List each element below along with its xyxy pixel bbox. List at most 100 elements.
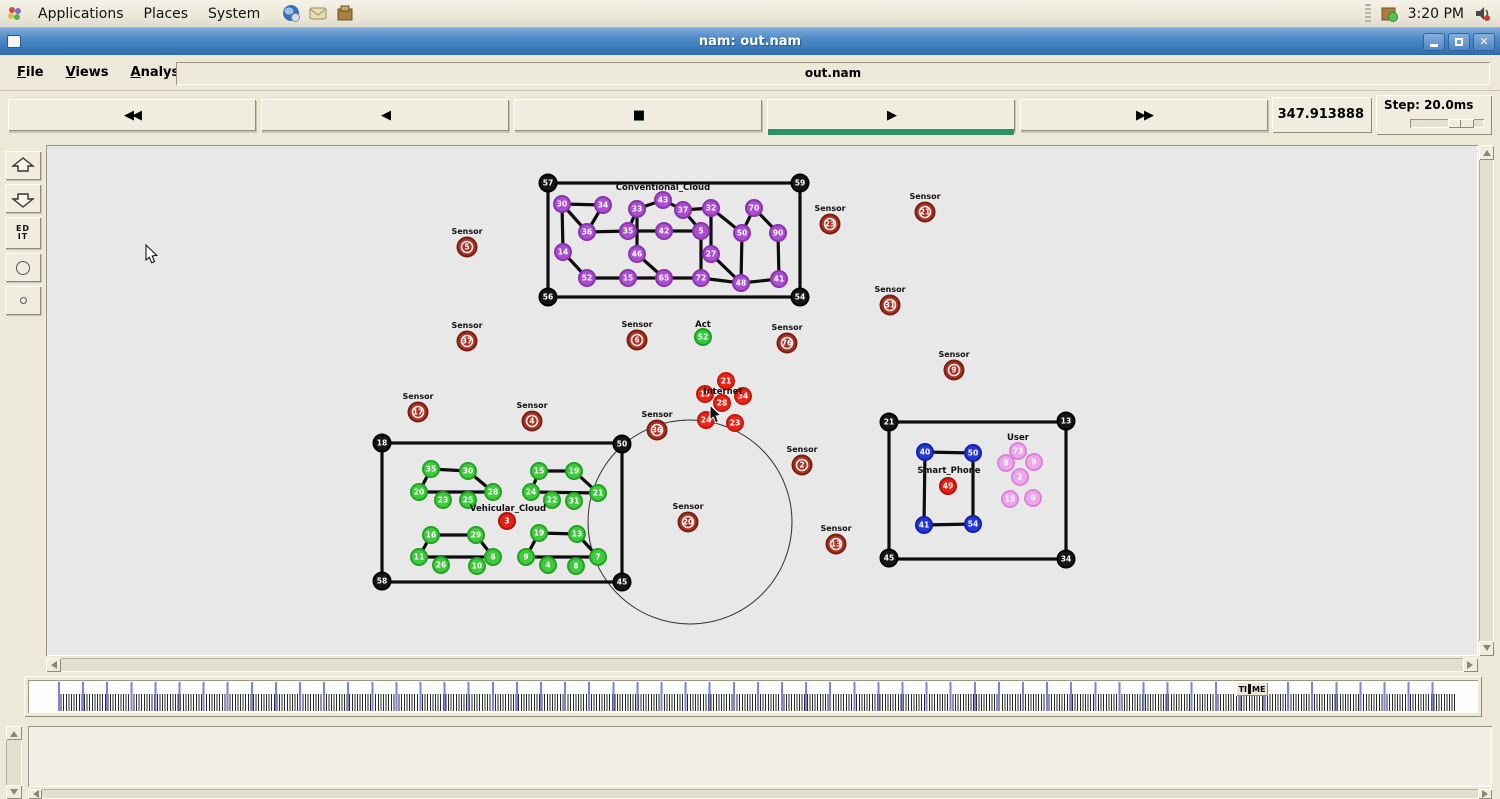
- scroll-down-icon[interactable]: [6, 785, 22, 799]
- arrow-down-icon: [10, 189, 36, 209]
- distro-logo-icon[interactable]: [6, 5, 24, 23]
- node-label: 2: [1017, 473, 1022, 482]
- scroll-down-icon[interactable]: [1479, 641, 1494, 656]
- node-label: 4: [545, 561, 550, 570]
- node-label: 46: [632, 250, 642, 259]
- package-icon[interactable]: [336, 4, 355, 23]
- canvas-horizontal-scrollbar[interactable]: [46, 658, 1478, 672]
- node-label: 3: [504, 517, 509, 526]
- node-label: 54: [968, 520, 978, 529]
- node-label: 50: [968, 449, 978, 458]
- desktop: ApplicationsPlacesSystem: [0, 0, 1500, 799]
- node-label: 4: [529, 417, 534, 426]
- play-button[interactable]: ▶: [767, 99, 1015, 131]
- cluster-caption: Internet: [703, 387, 742, 397]
- menu-file[interactable]: File: [6, 61, 55, 84]
- node-label: 52: [698, 333, 708, 342]
- step-slider[interactable]: [1410, 119, 1484, 128]
- node-label: 36: [652, 426, 662, 435]
- panel-menu-applications[interactable]: Applications: [28, 2, 134, 26]
- sensor-caption: Sensor: [621, 320, 652, 329]
- sensor-caption: Sensor: [641, 410, 672, 419]
- node-label: 26: [436, 561, 446, 570]
- panel-menu-places[interactable]: Places: [134, 2, 199, 26]
- node-label: 34: [598, 201, 608, 210]
- node-label: 40: [920, 448, 930, 457]
- node-label: 8: [1003, 459, 1008, 468]
- node-label: 43: [658, 196, 668, 205]
- sensor-caption: Sensor: [938, 350, 969, 359]
- menu-views[interactable]: Views: [55, 61, 120, 84]
- stop-button[interactable]: ■: [514, 99, 762, 131]
- scroll-right-icon[interactable]: [1463, 658, 1478, 672]
- node-label: 21: [884, 418, 894, 427]
- scroll-left-icon[interactable]: [28, 789, 42, 799]
- sensor-caption: Sensor: [516, 401, 547, 410]
- canvas-vertical-scrollbar[interactable]: [1479, 145, 1494, 656]
- browser-icon[interactable]: [282, 4, 301, 23]
- node-label: 30: [557, 200, 567, 209]
- link: [531, 492, 598, 493]
- node-label: 50: [617, 440, 627, 449]
- network-canvas[interactable]: 5759565418505845211345343034334337327036…: [46, 145, 1478, 656]
- step-slider-thumb[interactable]: [1448, 119, 1474, 128]
- node-label: 5: [698, 227, 703, 236]
- email-icon[interactable]: [309, 4, 328, 23]
- timeline-track[interactable]: TIME: [28, 680, 1478, 713]
- scroll-right-icon[interactable]: [1478, 789, 1492, 799]
- cluster-caption: Act: [695, 320, 711, 330]
- node-label: 18: [377, 439, 387, 448]
- sensor-caption: Sensor: [451, 321, 482, 330]
- rewind-button[interactable]: ◀◀: [8, 99, 256, 131]
- node-label: 21: [920, 208, 930, 217]
- node-label: 13: [1061, 417, 1071, 426]
- panel-menu-system[interactable]: System: [198, 2, 270, 26]
- sensor-caption: Sensor: [786, 445, 817, 454]
- panel-menus: ApplicationsPlacesSystem: [28, 2, 270, 26]
- sensor-caption: Sensor: [909, 192, 940, 201]
- zoom-point-button[interactable]: [5, 286, 41, 315]
- timeline-time-marker[interactable]: TIME: [1236, 682, 1268, 696]
- window-title: nam: out.nam: [0, 34, 1500, 49]
- cluster-caption: Conventional_Cloud: [616, 183, 710, 193]
- node-label: 41: [919, 521, 929, 530]
- clock[interactable]: 3:20 PM: [1408, 6, 1464, 22]
- node-label: 9: [523, 553, 528, 562]
- node-label: 15: [1005, 495, 1015, 504]
- node-label: 15: [534, 467, 544, 476]
- volume-icon[interactable]: [1473, 4, 1492, 23]
- step-back-button[interactable]: ◀: [261, 99, 509, 131]
- node-label: 57: [543, 179, 553, 188]
- node-label: 73: [1013, 447, 1023, 456]
- titlebar[interactable]: nam: out.nam ✕: [0, 28, 1500, 55]
- scroll-up-icon[interactable]: [1479, 145, 1494, 160]
- node-label: 65: [659, 274, 669, 283]
- scroll-up-icon[interactable]: [6, 726, 22, 740]
- tool-palette: EDIT: [5, 151, 41, 315]
- sensor-caption: Sensor: [814, 204, 845, 213]
- fast-forward-button[interactable]: ▶▶: [1020, 99, 1268, 131]
- node-label: 21: [593, 489, 603, 498]
- node-label: 8: [573, 562, 578, 571]
- lower-tool-button[interactable]: [5, 184, 41, 213]
- scroll-left-icon[interactable]: [46, 658, 61, 672]
- node-label: 50: [737, 229, 747, 238]
- node-label: 7: [595, 553, 600, 562]
- node-label: 48: [736, 279, 746, 288]
- edit-tool-button[interactable]: EDIT: [5, 217, 41, 249]
- node-label: 13: [572, 530, 582, 539]
- annotation-listbox[interactable]: [28, 726, 1492, 787]
- annotation-horizontal-scrollbar[interactable]: [28, 789, 1492, 799]
- node-label: 52: [582, 274, 592, 283]
- timeline-panel[interactable]: TIME: [24, 676, 1482, 717]
- time-display: 347.913888: [1272, 97, 1372, 133]
- raise-tool-button[interactable]: [5, 151, 41, 180]
- circle-large-icon: [16, 261, 30, 275]
- sensor-caption: Sensor: [820, 524, 851, 533]
- select-circle-button[interactable]: [5, 253, 41, 282]
- sensor-caption: Sensor: [672, 502, 703, 511]
- node-label: 19: [534, 529, 544, 538]
- software-update-icon[interactable]: [1380, 4, 1399, 23]
- node-label: 23: [438, 496, 448, 505]
- node-label: 31: [569, 497, 579, 506]
